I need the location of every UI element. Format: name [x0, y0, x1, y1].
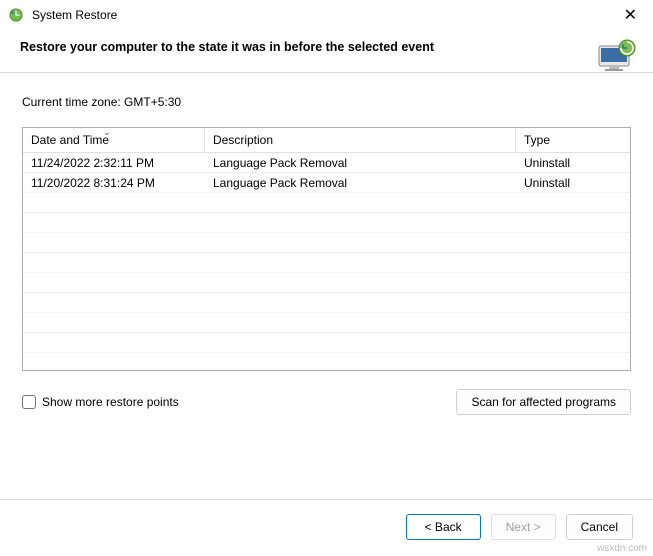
column-description[interactable]: Description	[205, 128, 516, 152]
checkbox-box-icon	[22, 395, 36, 409]
empty-row	[23, 293, 630, 313]
empty-row	[23, 253, 630, 273]
empty-row	[23, 233, 630, 253]
cell-desc: Language Pack Removal	[205, 156, 516, 170]
table-body: 11/24/2022 2:32:11 PM Language Pack Remo…	[23, 153, 630, 370]
table-row[interactable]: 11/20/2022 8:31:24 PM Language Pack Remo…	[23, 173, 630, 193]
timezone-label: Current time zone: GMT+5:30	[22, 95, 631, 109]
wizard-footer: < Back Next > Cancel	[0, 499, 653, 556]
restore-points-table: Date and Time ⌄ Description Type 11/24/2…	[22, 127, 631, 371]
restore-monitor-icon	[595, 36, 639, 79]
cell-type: Uninstall	[516, 176, 630, 190]
cell-type: Uninstall	[516, 156, 630, 170]
cell-date: 11/20/2022 8:31:24 PM	[23, 176, 205, 190]
table-header: Date and Time ⌄ Description Type	[23, 128, 630, 153]
cell-desc: Language Pack Removal	[205, 176, 516, 190]
next-button[interactable]: Next >	[491, 514, 556, 540]
scan-affected-button[interactable]: Scan for affected programs	[456, 389, 631, 415]
system-restore-icon	[8, 7, 24, 23]
window-title: System Restore	[32, 8, 618, 22]
empty-row	[23, 273, 630, 293]
header: Restore your computer to the state it wa…	[0, 30, 653, 73]
empty-row	[23, 193, 630, 213]
table-row[interactable]: 11/24/2022 2:32:11 PM Language Pack Remo…	[23, 153, 630, 173]
column-type[interactable]: Type	[516, 128, 630, 152]
titlebar: System Restore ✕	[0, 0, 653, 30]
column-date-label: Date and Time	[31, 133, 109, 147]
sort-desc-icon: ⌄	[103, 127, 111, 138]
body: Current time zone: GMT+5:30 Date and Tim…	[0, 73, 653, 415]
column-date[interactable]: Date and Time ⌄	[23, 128, 205, 152]
show-more-checkbox[interactable]: Show more restore points	[22, 395, 179, 409]
cancel-button[interactable]: Cancel	[566, 514, 633, 540]
below-table-row: Show more restore points Scan for affect…	[22, 389, 631, 415]
empty-row	[23, 333, 630, 353]
back-button[interactable]: < Back	[406, 514, 481, 540]
cell-date: 11/24/2022 2:32:11 PM	[23, 156, 205, 170]
empty-row	[23, 313, 630, 333]
page-heading: Restore your computer to the state it wa…	[20, 40, 434, 54]
close-icon[interactable]: ✕	[618, 3, 643, 27]
empty-row	[23, 213, 630, 233]
show-more-label: Show more restore points	[42, 395, 179, 409]
